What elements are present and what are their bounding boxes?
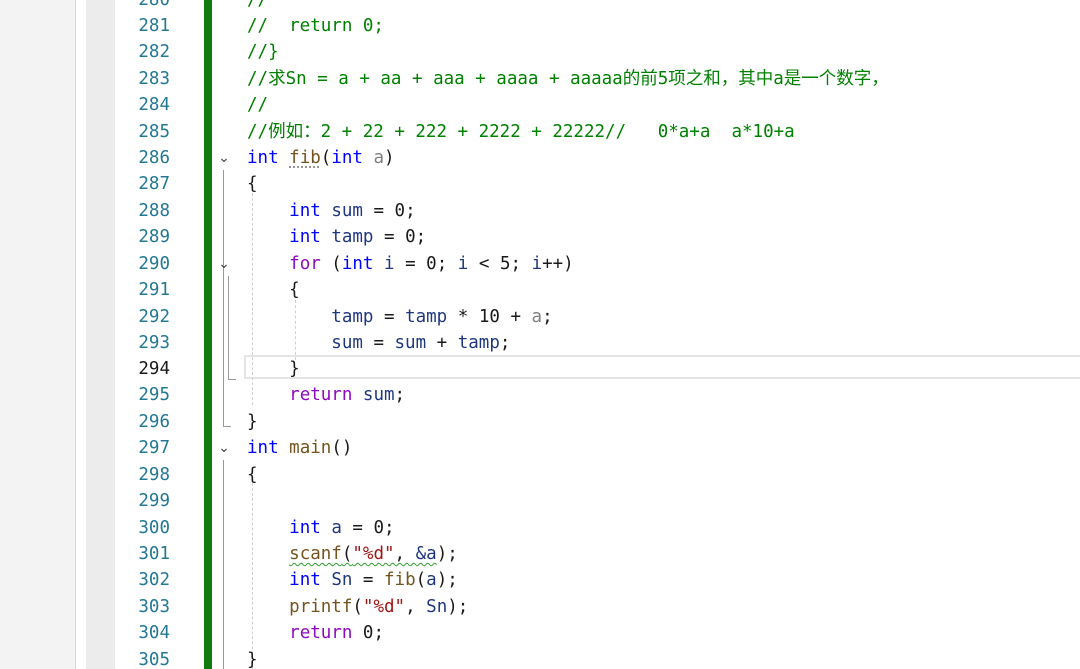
line-number: 296 xyxy=(138,412,170,432)
code-text[interactable]: } xyxy=(247,647,258,669)
code-text[interactable]: { xyxy=(247,171,258,197)
code-text[interactable]: int fib(int a) xyxy=(247,145,395,171)
line-number: 305 xyxy=(138,650,170,669)
line-number: 284 xyxy=(138,95,170,115)
code-text[interactable]: for (int i = 0; i < 5; i++) xyxy=(247,251,574,277)
code-text[interactable]: printf("%d", Sn); xyxy=(247,594,468,620)
line-number: 304 xyxy=(138,623,170,643)
line-number: 286 xyxy=(138,148,170,168)
code-line-current: 294 } xyxy=(0,356,1080,382)
line-number: 293 xyxy=(138,333,170,353)
line-number: 283 xyxy=(138,69,170,89)
line-number: 281 xyxy=(138,16,170,36)
code-line: 299 xyxy=(0,488,1080,514)
code-line: 304 return 0; xyxy=(0,620,1080,646)
line-number: 300 xyxy=(138,518,170,538)
code-text[interactable]: int Sn = fib(a); xyxy=(247,567,458,593)
code-text[interactable]: { xyxy=(247,462,258,488)
code-text[interactable]: sum = sum + tamp; xyxy=(247,330,510,356)
code-text[interactable]: // return 0; xyxy=(247,13,384,39)
line-number: 292 xyxy=(138,307,170,327)
code-text[interactable]: //求Sn = a + aa + aaa + aaaa + aaaaa的前5项之… xyxy=(247,66,889,92)
code-text[interactable]: // xyxy=(247,0,268,13)
code-line: 293 sum = sum + tamp; xyxy=(0,330,1080,356)
line-number: 297 xyxy=(138,438,170,458)
code-text[interactable]: return 0; xyxy=(247,620,384,646)
code-line: 284 // xyxy=(0,92,1080,118)
line-number: 289 xyxy=(138,227,170,247)
line-number: 291 xyxy=(138,280,170,300)
line-number: 303 xyxy=(138,597,170,617)
code-line: 290 ⌄ for (int i = 0; i < 5; i++) xyxy=(0,251,1080,277)
code-line: 282 //} xyxy=(0,39,1080,65)
code-line: 286 ⌄ int fib(int a) xyxy=(0,145,1080,171)
chevron-down-icon[interactable]: ⌄ xyxy=(214,435,234,461)
line-number: 298 xyxy=(138,465,170,485)
line-number: 301 xyxy=(138,544,170,564)
chevron-down-icon[interactable]: ⌄ xyxy=(214,251,234,277)
code-line: 291 { xyxy=(0,277,1080,303)
code-line: 287 { xyxy=(0,171,1080,197)
chevron-down-icon[interactable]: ⌄ xyxy=(214,145,234,171)
code-line: 301 scanf("%d", &a); xyxy=(0,541,1080,567)
code-text[interactable]: } xyxy=(247,356,300,382)
code-line: 300 int a = 0; xyxy=(0,515,1080,541)
line-number: 287 xyxy=(138,174,170,194)
warning-squiggle[interactable]: scanf("%d", &a xyxy=(289,544,437,564)
code-line: 288 int sum = 0; xyxy=(0,198,1080,224)
code-line: 295 return sum; xyxy=(0,382,1080,408)
code-text[interactable]: // xyxy=(247,92,268,118)
code-line: 289 int tamp = 0; xyxy=(0,224,1080,250)
line-number: 294 xyxy=(138,359,170,379)
line-number: 299 xyxy=(138,491,170,511)
line-number: 290 xyxy=(138,254,170,274)
code-line: 281 // return 0; xyxy=(0,13,1080,39)
code-text[interactable]: int main() xyxy=(247,435,352,461)
code-line: 303 printf("%d", Sn); xyxy=(0,594,1080,620)
code-line: 297 ⌄ int main() xyxy=(0,435,1080,461)
code-text[interactable]: //例如：2 + 22 + 222 + 2222 + 22222// 0*a+a… xyxy=(247,119,795,145)
code-text[interactable]: scanf("%d", &a); xyxy=(247,541,458,567)
code-text[interactable]: int tamp = 0; xyxy=(247,224,426,250)
line-number: 282 xyxy=(138,42,170,62)
code-line: 298 { xyxy=(0,462,1080,488)
code-line: 292 tamp = tamp * 10 + a; xyxy=(0,304,1080,330)
line-number: 302 xyxy=(138,570,170,590)
line-number: 280 xyxy=(138,0,170,10)
code-text[interactable]: return sum; xyxy=(247,382,405,408)
code-line: 280 // xyxy=(0,0,1080,13)
code-text[interactable]: } xyxy=(247,409,258,435)
line-number: 295 xyxy=(138,385,170,405)
line-number: 288 xyxy=(138,201,170,221)
code-text[interactable]: int a = 0; xyxy=(247,515,394,541)
code-line: 296 } xyxy=(0,409,1080,435)
code-text[interactable]: tamp = tamp * 10 + a; xyxy=(247,304,552,330)
code-text[interactable]: int sum = 0; xyxy=(247,198,415,224)
line-number: 285 xyxy=(138,122,170,142)
code-line: 305 } xyxy=(0,647,1080,669)
code-editor[interactable]: 280 // 281 // return 0; 282 //} 283 //求S… xyxy=(0,0,1080,669)
code-text[interactable]: //} xyxy=(247,39,279,65)
code-line: 302 int Sn = fib(a); xyxy=(0,567,1080,593)
code-text[interactable]: { xyxy=(247,277,300,303)
code-line: 285 //例如：2 + 22 + 222 + 2222 + 22222// 0… xyxy=(0,119,1080,145)
code-line: 283 //求Sn = a + aa + aaa + aaaa + aaaaa的… xyxy=(0,66,1080,92)
